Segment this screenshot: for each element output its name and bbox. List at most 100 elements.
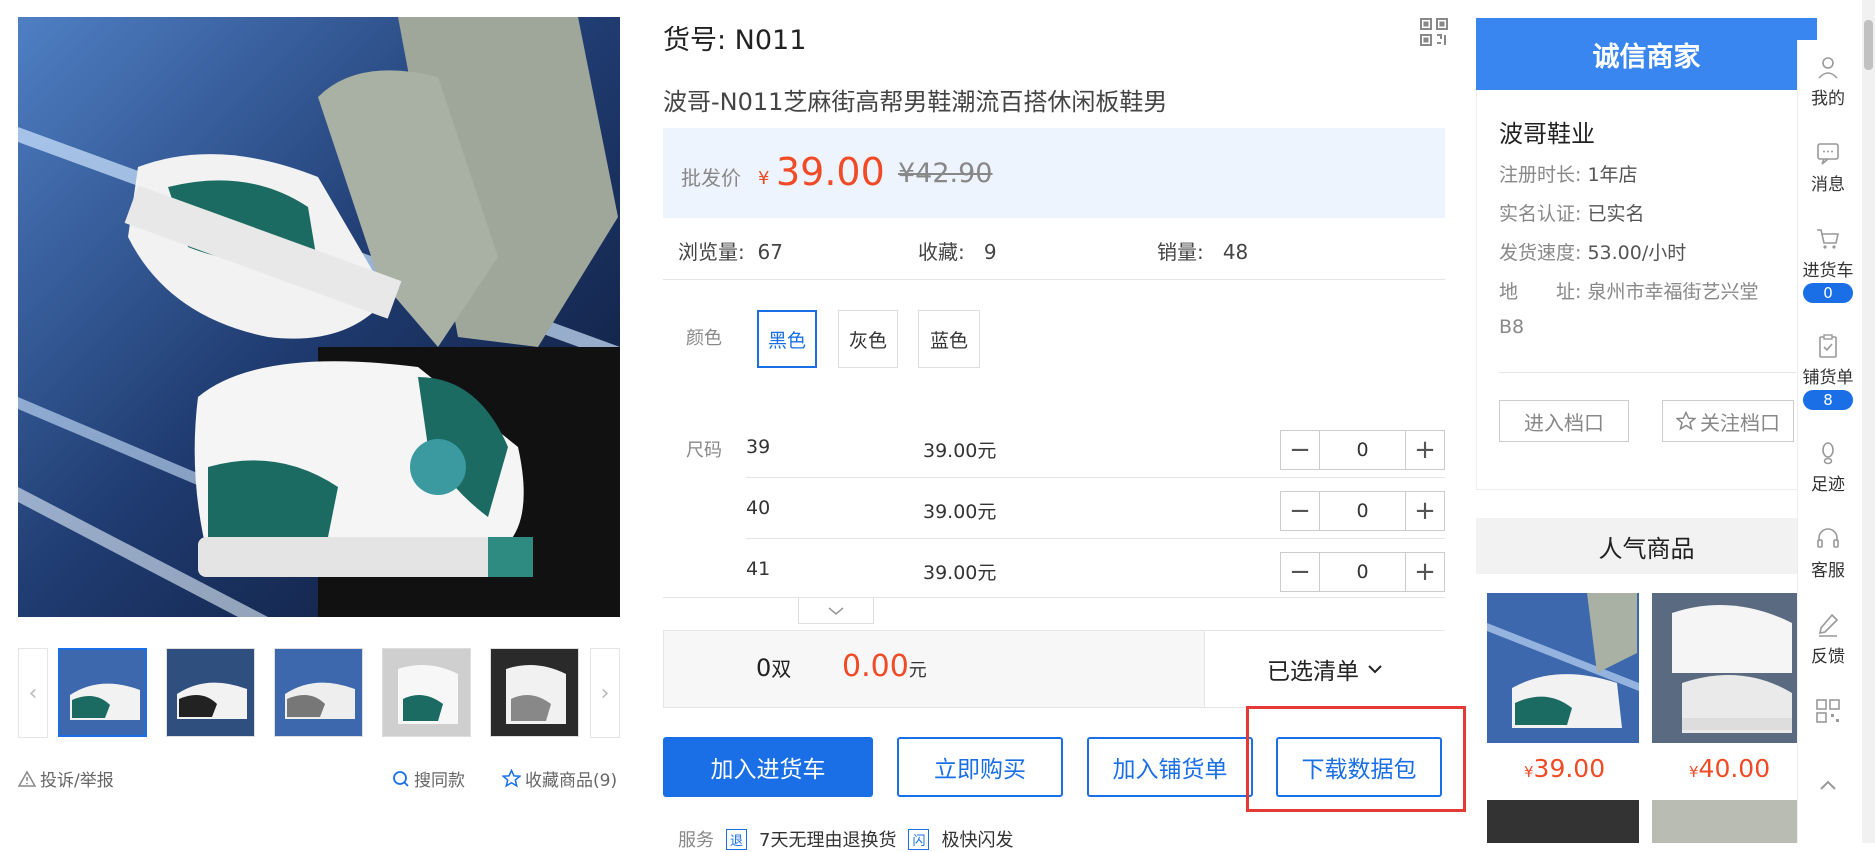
clipboard-icon (1819, 334, 1837, 358)
sku-code: 货号: N011 (663, 25, 807, 56)
thumbs-next-button[interactable]: › (590, 648, 620, 738)
shop-info-row: 地 址: 泉州市幸福街艺兴堂 (1499, 277, 1758, 304)
thumbnail[interactable] (58, 648, 147, 737)
quantity-input[interactable]: 0 (1319, 431, 1406, 469)
stat-sales: 销量: 48 (1157, 236, 1248, 265)
search-icon (393, 770, 409, 787)
report-link[interactable]: 投诉/举报 (18, 766, 114, 791)
main-product-image[interactable] (18, 17, 620, 617)
scrollbar-thumb[interactable] (1864, 20, 1873, 70)
thumbnail[interactable] (166, 648, 255, 737)
popular-product-image[interactable] (1652, 800, 1804, 843)
quantity-input[interactable]: 0 (1319, 492, 1406, 530)
divider (663, 597, 1445, 598)
buy-now-button[interactable]: 立即购买 (897, 737, 1063, 797)
pairs-unit: 双 (771, 657, 792, 681)
size-price: 39.00元 (923, 440, 997, 462)
shop-info-row: 发货速度: 53.00/小时 (1499, 238, 1686, 265)
service-label: 服务 (678, 830, 714, 851)
search-same-label: 搜同款 (414, 771, 465, 791)
sidebar-item-cart[interactable]: 进货车 0 (1798, 226, 1858, 303)
thumbs-prev-button[interactable]: ‹ (18, 648, 48, 738)
currency-symbol: ¥ (1689, 763, 1699, 781)
sidebar-item-feedback[interactable]: 反馈 (1798, 612, 1858, 667)
info-value: 泉州市幸福街艺兴堂 (1587, 281, 1759, 303)
search-same-link[interactable]: 搜同款 (392, 766, 465, 791)
shop-name[interactable]: 波哥鞋业 (1499, 114, 1595, 149)
service-item: 极快闪发 (941, 830, 1014, 851)
stat-value: 9 (983, 240, 997, 264)
size-price: 39.00元 (923, 562, 997, 584)
stat-label: 销量: (1157, 240, 1204, 264)
shop-info-row: 注册时长: 1年店 (1499, 160, 1638, 187)
size-value: 41 (746, 558, 771, 580)
pairs-value: 0 (756, 654, 772, 682)
sidebar-item-mine[interactable]: 我的 (1798, 54, 1858, 109)
return-icon: 退 (726, 828, 748, 850)
chevron-down-icon (1368, 665, 1382, 674)
divider (746, 477, 1445, 478)
popular-product-image[interactable] (1487, 593, 1639, 743)
sidebar-item-distribution[interactable]: 铺货单 8 (1798, 333, 1858, 410)
color-option-black[interactable]: 黑色 (757, 310, 817, 368)
thumbnail[interactable] (274, 648, 363, 737)
popular-product-price: ¥40.00 (1689, 754, 1770, 783)
selected-list-toggle[interactable]: 已选清单 (1204, 631, 1445, 707)
enter-shop-button[interactable]: 进入档口 (1499, 400, 1629, 442)
quantity-stepper: − 0 + (1280, 430, 1445, 470)
shop-address-cont: B8 (1499, 316, 1525, 338)
increment-button[interactable]: + (1406, 553, 1444, 591)
pen-icon (1818, 613, 1839, 637)
report-label: 投诉/举报 (40, 771, 114, 791)
shop-header: 诚信商家 (1476, 18, 1817, 90)
stat-label: 浏览量: (678, 240, 745, 264)
quantity-input[interactable]: 0 (1319, 553, 1406, 591)
footprint-icon (1822, 442, 1834, 465)
add-to-distribution-button[interactable]: 加入铺货单 (1087, 737, 1253, 797)
follow-shop-button[interactable]: 关注档口 (1662, 400, 1794, 442)
sidebar-label: 反馈 (1811, 647, 1845, 667)
expand-sizes-button[interactable] (798, 598, 874, 624)
user-icon (1818, 57, 1838, 79)
chevron-down-icon (828, 606, 844, 615)
price-box: 批发价 ¥ 39.00 ¥42.90 (663, 128, 1445, 218)
total-unit: 元 (908, 660, 927, 681)
shop-info-row: 实名认证: 已实名 (1499, 199, 1644, 226)
thumbnail[interactable] (490, 648, 579, 737)
flash-icon: 闪 (908, 828, 930, 850)
sidebar-item-messages[interactable]: 消息 (1798, 140, 1858, 195)
qr-code-icon[interactable] (1419, 17, 1449, 47)
service-item: 7天无理由退换货 (759, 830, 897, 851)
star-icon (502, 769, 521, 788)
popular-product-image[interactable] (1487, 800, 1639, 843)
stat-views: 浏览量: 67 (678, 236, 783, 265)
info-label: 注册时长: (1499, 164, 1582, 186)
highlight-box (1246, 706, 1466, 812)
info-label: 发货速度: (1499, 242, 1582, 264)
thumbnail[interactable] (382, 648, 471, 737)
decrement-button[interactable]: − (1281, 553, 1319, 591)
favorite-link[interactable]: 收藏商品(9) (502, 766, 617, 791)
sidebar-item-service[interactable]: 客服 (1798, 526, 1858, 581)
increment-button[interactable]: + (1406, 492, 1444, 530)
decrement-button[interactable]: − (1281, 431, 1319, 469)
popular-product-image[interactable] (1652, 593, 1804, 743)
back-to-top-button[interactable] (1798, 772, 1858, 802)
pairs-count: 0双 (756, 653, 791, 682)
page-scrollbar[interactable] (1862, 0, 1875, 843)
color-option-gray[interactable]: 灰色 (838, 310, 898, 368)
price-value: 39.00 (1533, 754, 1606, 783)
increment-button[interactable]: + (1406, 431, 1444, 469)
price-label: 批发价 (681, 166, 741, 190)
sidebar-label: 我的 (1811, 89, 1845, 109)
add-to-cart-button[interactable]: 加入进货车 (663, 737, 873, 797)
decrement-button[interactable]: − (1281, 492, 1319, 530)
color-option-blue[interactable]: 蓝色 (918, 310, 980, 368)
qr-code-icon (1816, 699, 1840, 723)
info-value: 1年店 (1587, 164, 1638, 186)
sidebar-qr-code[interactable] (1798, 698, 1858, 728)
stat-value: 67 (757, 240, 783, 264)
sidebar-item-history[interactable]: 足迹 (1798, 440, 1858, 495)
sidebar-label: 进货车 (1802, 261, 1854, 281)
info-label: 地 址: (1499, 281, 1582, 303)
